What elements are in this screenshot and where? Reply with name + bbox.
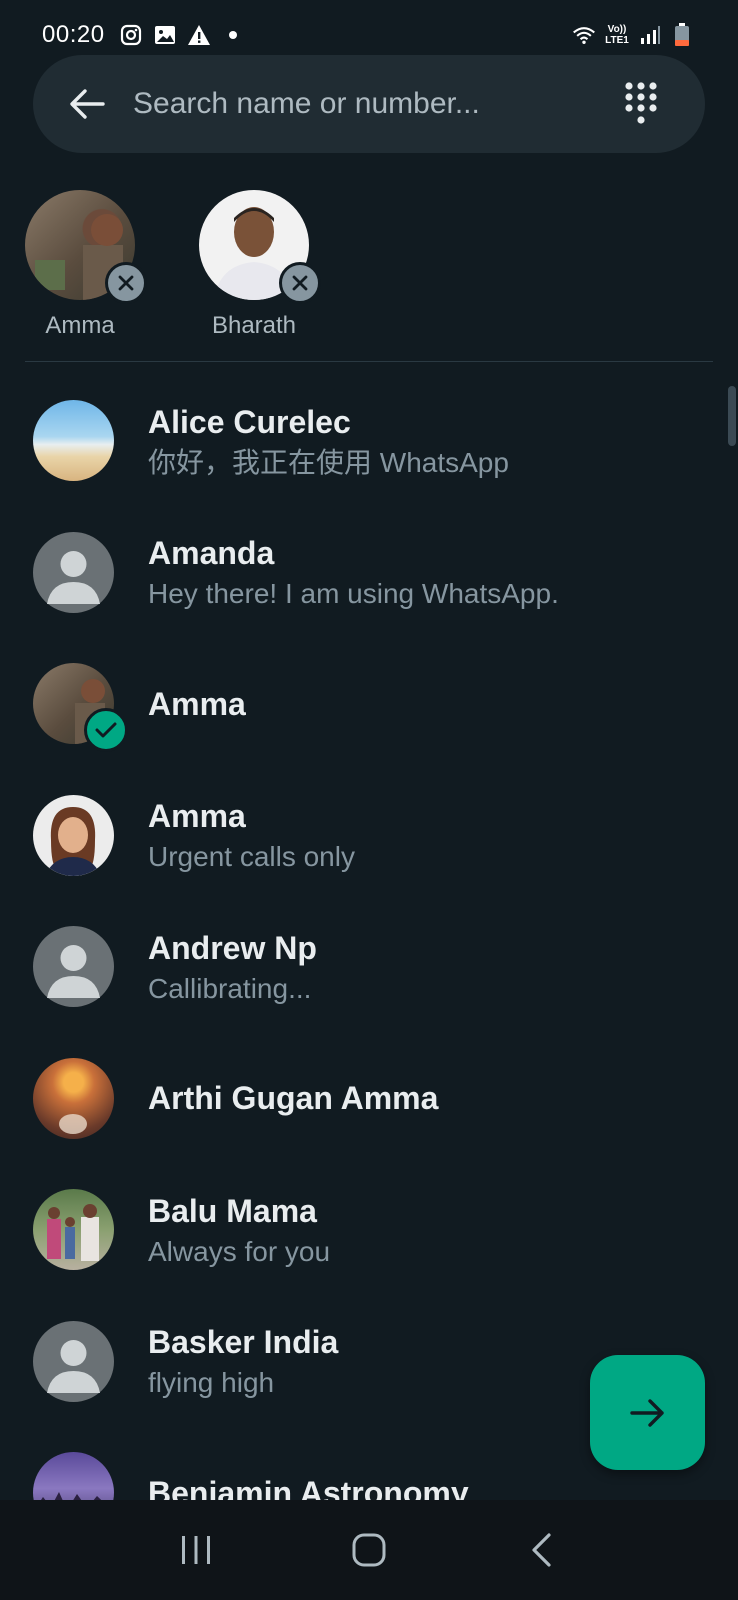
volte-icon: Vo)) LTE1 (605, 24, 629, 46)
warning-icon (187, 23, 211, 47)
search-input[interactable] (133, 87, 617, 121)
contact-name: Amanda (148, 535, 275, 572)
recents-button[interactable] (166, 1520, 226, 1580)
home-icon (352, 1533, 386, 1567)
instagram-icon (119, 23, 143, 47)
avatar (33, 1057, 114, 1139)
avatar (199, 190, 321, 304)
arrow-right-icon (629, 1398, 664, 1427)
contact-status: 你好，我正在使用 WhatsApp (148, 446, 509, 478)
contact-status: Always for you (148, 1235, 331, 1267)
contact-name: Alice Curelec (148, 403, 351, 440)
contact-name: Benjamin Astronomy (148, 1474, 469, 1500)
avatar (33, 663, 128, 753)
divider (25, 361, 713, 362)
default-avatar-icon (33, 926, 114, 1008)
default-avatar-icon (33, 531, 114, 613)
contact-status: Callibrating... (148, 972, 312, 1004)
next-button[interactable] (590, 1355, 705, 1470)
contact-name: Amma (148, 685, 246, 722)
list-item[interactable]: Andrew Np Callibrating... (0, 901, 738, 1033)
signal-icon (638, 23, 662, 47)
avatar (33, 1189, 114, 1271)
contact-name: Arthi Gugan Amma (148, 1080, 439, 1117)
chevron-left-icon (532, 1533, 551, 1567)
selected-contacts: Amma Bharath (0, 190, 738, 360)
chip-label: Amma (45, 312, 115, 339)
battery-icon (670, 23, 694, 47)
back-nav-button[interactable] (512, 1520, 572, 1580)
wifi-icon (572, 23, 596, 47)
navigation-bar (0, 1500, 738, 1600)
selected-chip-amma[interactable]: Amma (10, 190, 150, 340)
search-bar (33, 55, 705, 153)
recents-icon (182, 1536, 211, 1564)
contact-list: Alice Curelec 你好，我正在使用 WhatsApp Amanda H… (0, 375, 738, 1500)
gallery-icon (153, 23, 177, 47)
selected-chip-bharath[interactable]: Bharath (184, 190, 324, 340)
default-avatar-icon (33, 1320, 114, 1402)
home-button[interactable] (339, 1520, 399, 1580)
list-item[interactable]: Amma Urgent calls only (0, 770, 738, 902)
status-right: Vo)) LTE1 (572, 23, 694, 47)
dialpad-button[interactable] (617, 80, 665, 128)
avatar (33, 1452, 114, 1500)
list-item[interactable]: Amanda Hey there! I am using WhatsApp. (0, 507, 738, 639)
list-item[interactable]: Arthi Gugan Amma (0, 1033, 738, 1165)
status-time: 00:20 (42, 21, 105, 48)
status-left: 00:20 (42, 21, 245, 49)
remove-selection-button[interactable] (105, 262, 147, 304)
list-item[interactable]: Alice Curelec 你好，我正在使用 WhatsApp (0, 375, 738, 507)
contact-status: Urgent calls only (148, 841, 355, 873)
dialpad-icon (625, 82, 657, 124)
dot-icon (221, 23, 245, 47)
close-icon (292, 275, 308, 291)
close-icon (118, 275, 134, 291)
back-arrow-icon (70, 89, 105, 119)
list-item[interactable]: Amma (0, 638, 738, 770)
avatar (25, 190, 147, 304)
list-item[interactable]: Balu Mama Always for you (0, 1164, 738, 1296)
contact-name: Amma (148, 798, 246, 835)
contact-name: Balu Mama (148, 1192, 317, 1229)
chip-label: Bharath (211, 312, 297, 339)
avatar (33, 794, 114, 876)
contact-status: Hey there! I am using WhatsApp. (148, 578, 559, 610)
back-button[interactable] (63, 80, 111, 128)
scrollbar-thumb[interactable] (728, 386, 736, 446)
avatar (33, 400, 114, 482)
check-icon (84, 708, 128, 753)
remove-selection-button[interactable] (279, 262, 321, 304)
contact-name: Andrew Np (148, 929, 317, 966)
